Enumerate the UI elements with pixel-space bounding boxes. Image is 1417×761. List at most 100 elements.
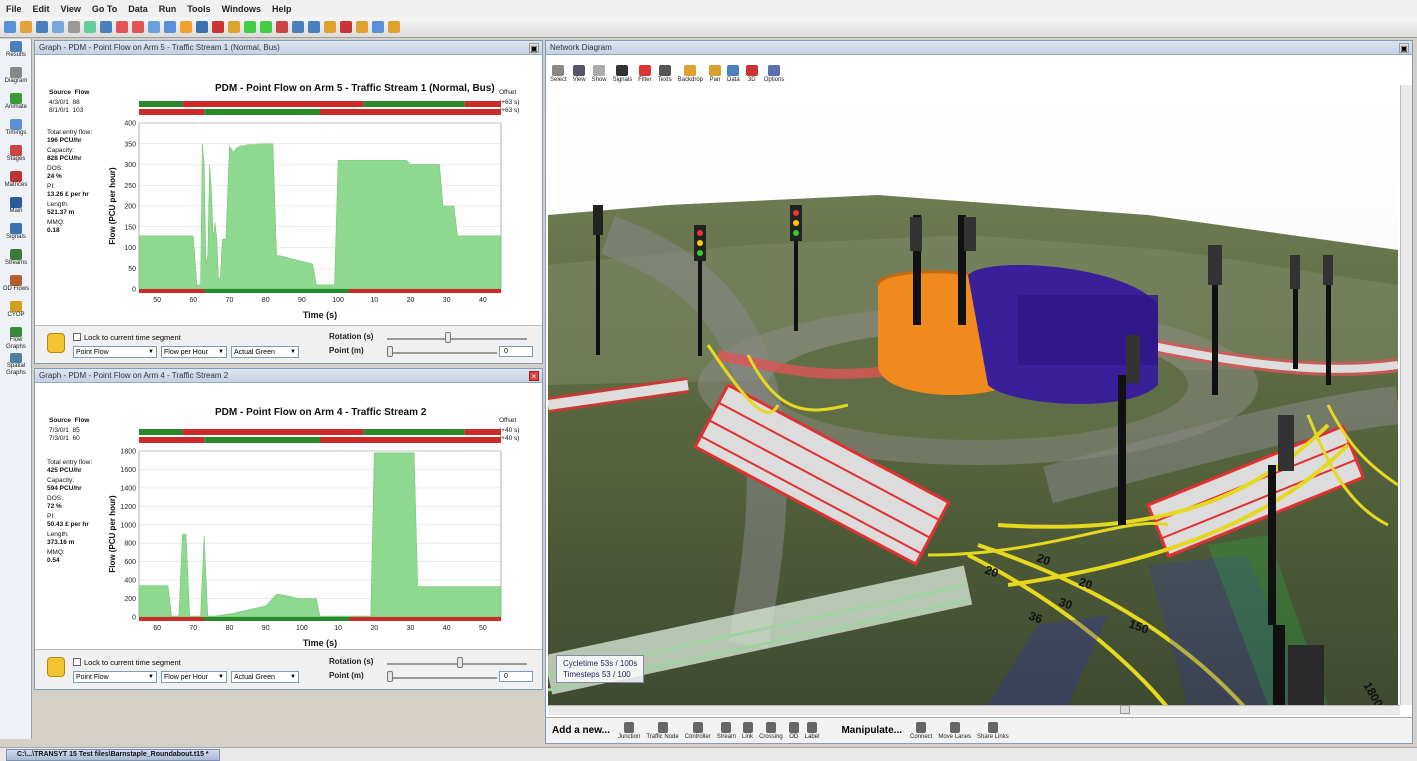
point-slider[interactable] xyxy=(387,677,497,679)
sidebar-item-main[interactable]: Main xyxy=(0,195,32,221)
sidebar-item-label: Main xyxy=(9,208,23,214)
close-icon[interactable]: ▣ xyxy=(1399,43,1409,53)
manipulate-connect[interactable]: Connect xyxy=(910,721,932,740)
plot-type-select[interactable]: Point Flow ▼ xyxy=(73,671,157,683)
toolbar-icon[interactable] xyxy=(84,21,96,33)
toolbar-icon[interactable] xyxy=(4,21,16,33)
network-tool-select[interactable]: Select xyxy=(550,65,567,83)
sidebar-item-timings[interactable]: Timings xyxy=(0,117,32,143)
vertical-scrollbar[interactable] xyxy=(1400,85,1412,705)
network-tool-3d[interactable]: 3D xyxy=(745,65,758,83)
green-mode-select[interactable]: Actual Green ▼ xyxy=(231,671,299,683)
plot-type-select[interactable]: Point Flow ▼ xyxy=(73,346,157,358)
add-controller[interactable]: Controller xyxy=(685,721,711,740)
network-tool-show[interactable]: Show xyxy=(592,65,607,83)
menu-data[interactable]: Data xyxy=(128,4,148,14)
toolbar-icon[interactable] xyxy=(228,21,240,33)
flow-unit-select[interactable]: Flow per Hour ▼ xyxy=(161,346,227,358)
sidebar-item-diagram[interactable]: Diagram xyxy=(0,65,32,91)
add-traffic-node[interactable]: Traffic Node xyxy=(646,721,679,740)
green-mode-select[interactable]: Actual Green ▼ xyxy=(231,346,299,358)
menu-run[interactable]: Run xyxy=(159,4,177,14)
network-tool-texts[interactable]: Texts xyxy=(658,65,672,83)
rotation-slider[interactable] xyxy=(387,338,527,340)
status-bar: C:\...\TRANSYT 15 Test files\Barnstaple_… xyxy=(0,747,1417,761)
menu-tools[interactable]: Tools xyxy=(187,4,210,14)
network-tool-data[interactable]: Data xyxy=(727,65,740,83)
menu-help[interactable]: Help xyxy=(272,4,292,14)
sidebar-item-streams[interactable]: Streams xyxy=(0,247,32,273)
toolbar-icon[interactable] xyxy=(116,21,128,33)
lock-checkbox-row[interactable]: Lock to current time segment xyxy=(73,330,181,344)
network-tool-signals[interactable]: Signals xyxy=(613,65,632,83)
sidebar-item-animate[interactable]: Animate xyxy=(0,91,32,117)
toolbar-icon[interactable] xyxy=(372,21,384,33)
sidebar-item-cyop[interactable]: CYOP xyxy=(0,299,32,325)
menu-edit[interactable]: Edit xyxy=(33,4,50,14)
sidebar-item-flow-graphs[interactable]: Flow Graphs xyxy=(0,325,32,351)
sidebar-item-signals[interactable]: Signals xyxy=(0,221,32,247)
close-icon[interactable]: ▣ xyxy=(529,43,539,53)
close-icon[interactable]: × xyxy=(529,371,539,381)
document-tab[interactable]: C:\...\TRANSYT 15 Test files\Barnstaple_… xyxy=(6,749,220,761)
sidebar-item-spatial-graphs[interactable]: Spatial Graphs xyxy=(0,351,32,377)
network-tool-view[interactable]: View xyxy=(573,65,586,83)
toolbar-icon[interactable] xyxy=(180,21,192,33)
toolbar-icon[interactable] xyxy=(388,21,400,33)
toolbar-icon[interactable] xyxy=(276,21,288,33)
toolbar-icon[interactable] xyxy=(52,21,64,33)
network-tool-options[interactable]: Options xyxy=(764,65,784,83)
toolbar-icon[interactable] xyxy=(148,21,160,33)
toolbar-icon[interactable] xyxy=(324,21,336,33)
point-slider-thumb[interactable] xyxy=(387,346,393,357)
flow-unit-select[interactable]: Flow per Hour ▼ xyxy=(161,671,227,683)
point-slider-thumb[interactable] xyxy=(387,671,393,682)
add-crossing[interactable]: Crossing xyxy=(759,721,783,740)
sidebar-item-od-flows[interactable]: OD Flows xyxy=(0,273,32,299)
manipulate-move-lanes[interactable]: Move Lanes xyxy=(938,721,971,740)
toolbar-icon[interactable] xyxy=(20,21,32,33)
toolbar-icon[interactable] xyxy=(340,21,352,33)
toolbar-icon[interactable] xyxy=(244,21,256,33)
add-link[interactable]: Link xyxy=(742,721,753,740)
add-stream[interactable]: Stream xyxy=(717,721,736,740)
menu-go-to[interactable]: Go To xyxy=(92,4,117,14)
menu-windows[interactable]: Windows xyxy=(222,4,261,14)
toolbar-icon[interactable] xyxy=(308,21,320,33)
lock-icon[interactable] xyxy=(47,657,65,677)
point-value-field[interactable]: 0 xyxy=(499,671,533,682)
add-junction[interactable]: Junction xyxy=(618,721,640,740)
toolbar-icon[interactable] xyxy=(132,21,144,33)
point-value-field[interactable]: 0 xyxy=(499,346,533,357)
toolbar-icon[interactable] xyxy=(164,21,176,33)
point-slider[interactable] xyxy=(387,352,497,354)
sidebar-item-stages[interactable]: Stages xyxy=(0,143,32,169)
tool-label: Backdrop xyxy=(677,77,704,83)
network-tool-pan[interactable]: Pan xyxy=(709,65,722,83)
network-tool-backdrop[interactable]: Backdrop xyxy=(678,65,703,83)
toolbar-icon[interactable] xyxy=(100,21,112,33)
toolbar-icon[interactable] xyxy=(356,21,368,33)
network-tool-filter[interactable]: Filter xyxy=(638,65,652,83)
menu-file[interactable]: File xyxy=(6,4,22,14)
rotation-slider-thumb[interactable] xyxy=(445,332,451,343)
horizontal-scrollbar[interactable] xyxy=(548,705,1400,715)
toolbar-icon[interactable] xyxy=(196,21,208,33)
toolbar-icon[interactable] xyxy=(292,21,304,33)
toolbar-icon[interactable] xyxy=(212,21,224,33)
lock-checkbox[interactable] xyxy=(73,333,81,341)
lock-icon[interactable] xyxy=(47,333,65,353)
toolbar-icon[interactable] xyxy=(68,21,80,33)
toolbar-icon[interactable] xyxy=(260,21,272,33)
lock-checkbox[interactable] xyxy=(73,658,81,666)
horizontal-scroll-thumb[interactable] xyxy=(1120,705,1130,714)
toolbar-icon[interactable] xyxy=(36,21,48,33)
add-label[interactable]: Label xyxy=(805,721,819,740)
add-od[interactable]: OD xyxy=(788,721,799,740)
sidebar-item-matrices[interactable]: Matrices xyxy=(0,169,32,195)
manipulate-share-links[interactable]: Share Links xyxy=(977,721,1009,740)
lock-checkbox-row[interactable]: Lock to current time segment xyxy=(73,655,181,669)
menu-view[interactable]: View xyxy=(61,4,81,14)
sidebar-item-results[interactable]: Results xyxy=(0,39,32,65)
rotation-slider-thumb[interactable] xyxy=(457,657,463,668)
